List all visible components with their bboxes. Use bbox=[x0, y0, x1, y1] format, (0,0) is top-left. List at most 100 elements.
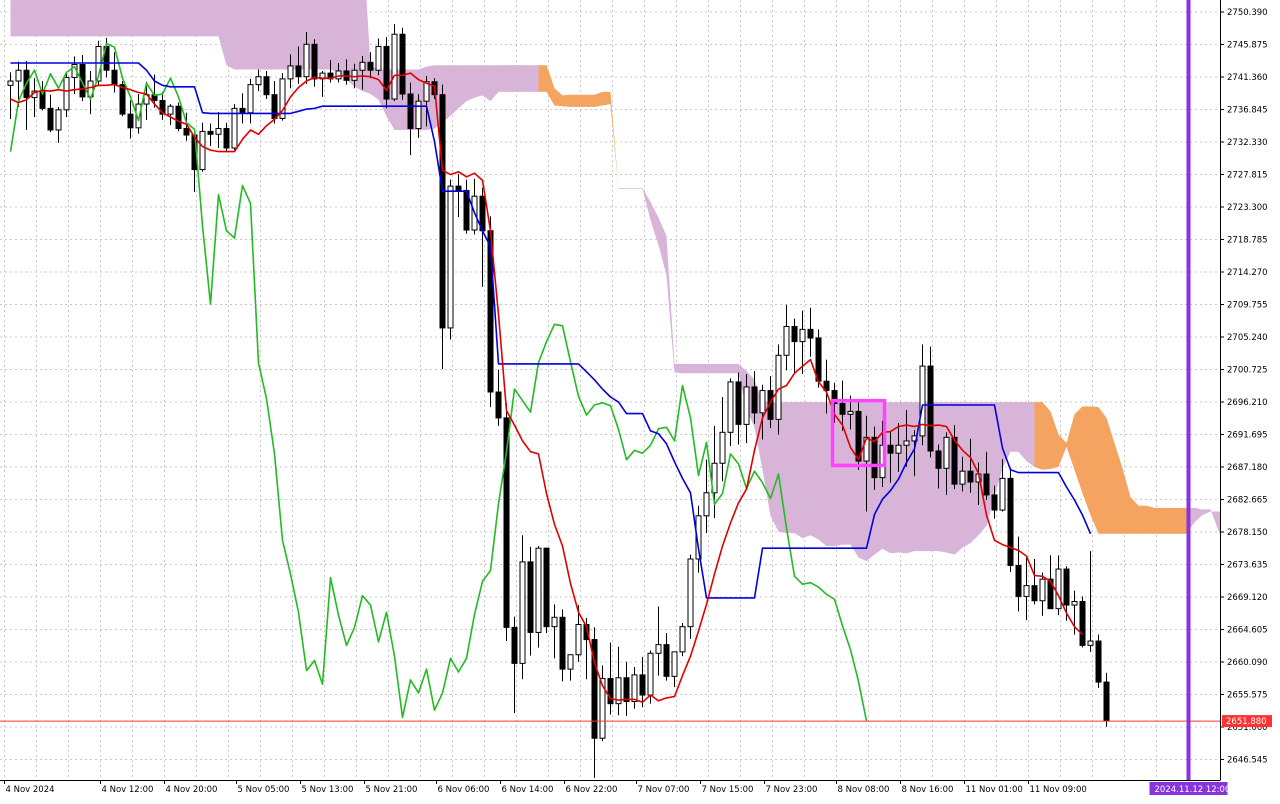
cloud-segment bbox=[226, 0, 235, 70]
candle-body-up bbox=[1071, 600, 1078, 606]
cloud-segment bbox=[722, 363, 731, 374]
candle-body-up bbox=[359, 61, 366, 71]
candle-body-down bbox=[407, 93, 414, 130]
cloud-segment bbox=[618, 188, 627, 190]
time-tick-label: 8 Nov 16:00 bbox=[902, 785, 954, 795]
price-tick-label: 2709.755 bbox=[1227, 301, 1268, 311]
candle-body-up bbox=[943, 436, 950, 469]
cloud-segment bbox=[114, 0, 123, 37]
candle-body-up bbox=[631, 674, 638, 703]
candle-body-down bbox=[983, 473, 990, 496]
cloud-segment bbox=[530, 65, 539, 92]
candle-body-down bbox=[991, 494, 998, 511]
candle-body-down bbox=[295, 65, 302, 78]
cloud-segment bbox=[1090, 406, 1099, 534]
cloud-segment bbox=[290, 0, 299, 70]
cloud-segment bbox=[570, 94, 579, 107]
candle-body-up bbox=[959, 470, 966, 485]
cloud-segment bbox=[130, 0, 139, 37]
cloud-segment bbox=[338, 0, 347, 80]
price-tick-label: 2750.390 bbox=[1227, 8, 1268, 18]
price-tick-label: 2669.120 bbox=[1227, 593, 1268, 603]
cloud-segment bbox=[1146, 505, 1155, 534]
candle-body-up bbox=[847, 410, 854, 415]
cloud-segment bbox=[786, 402, 795, 534]
candle-body-up bbox=[903, 440, 910, 446]
cloud-segment bbox=[322, 0, 331, 70]
cloud-segment bbox=[818, 402, 827, 547]
candle bbox=[1079, 596, 1086, 648]
candle-body-up bbox=[575, 623, 582, 656]
candle-body-down bbox=[607, 677, 614, 705]
price-tick-label: 2705.240 bbox=[1227, 333, 1268, 343]
candle-body-up bbox=[391, 33, 398, 100]
candle-body-down bbox=[1015, 564, 1022, 597]
candle-body-down bbox=[751, 386, 758, 414]
candle-body-down bbox=[223, 128, 230, 149]
candle-body-up bbox=[1087, 640, 1094, 646]
cloud-segment bbox=[698, 363, 707, 374]
candle-body-down bbox=[935, 450, 942, 469]
price-tick-label: 2682.665 bbox=[1227, 496, 1268, 506]
candle-body-up bbox=[703, 492, 710, 517]
candle bbox=[1007, 469, 1014, 572]
candle-body-up bbox=[1055, 568, 1062, 610]
cloud-segment bbox=[194, 0, 203, 37]
cloud-segment bbox=[1162, 507, 1171, 534]
cloud-segment bbox=[802, 402, 811, 539]
cloud-segment bbox=[586, 94, 595, 107]
candle-body-down bbox=[1079, 600, 1086, 646]
candle-body-down bbox=[887, 444, 894, 454]
price-tick-label: 2660.090 bbox=[1227, 658, 1268, 668]
price-tick-label: 2714.270 bbox=[1227, 268, 1268, 278]
candle-body-down bbox=[175, 105, 182, 130]
cloud-segment bbox=[58, 0, 67, 37]
cloud-segment bbox=[522, 65, 531, 92]
current-price-label: 2651.880 bbox=[1226, 717, 1267, 727]
cloud-segment bbox=[138, 0, 147, 37]
candle bbox=[175, 102, 182, 132]
cloud-segment bbox=[538, 65, 547, 92]
candle-body-up bbox=[519, 561, 526, 664]
chart-canvas[interactable]: 2750.390 2745.875 2741.360 2736.845 2732.330… bbox=[0, 0, 1280, 800]
candle-body-down bbox=[271, 94, 278, 119]
candle-body-up bbox=[1023, 585, 1030, 597]
candle-body-up bbox=[287, 65, 294, 80]
cloud-segment bbox=[1026, 402, 1035, 467]
time-tick-label: 7 Nov 07:00 bbox=[638, 785, 690, 795]
price-tick-label: 2700.725 bbox=[1227, 366, 1268, 376]
time-tick-label: 11 Nov 09:00 bbox=[1030, 785, 1087, 795]
cloud-segment bbox=[706, 363, 715, 374]
cloud-segment bbox=[1042, 402, 1051, 470]
cloud-segment bbox=[10, 0, 19, 37]
time-tick-label: 5 Nov 05:00 bbox=[238, 785, 290, 795]
time-tick-label: 6 Nov 06:00 bbox=[438, 785, 490, 795]
candle-body-down bbox=[439, 94, 446, 329]
cloud-segment bbox=[34, 0, 43, 37]
time-tick-label: 7 Nov 15:00 bbox=[702, 785, 754, 795]
price-tick-label: 2696.210 bbox=[1227, 398, 1268, 408]
candle-body-up bbox=[335, 70, 342, 80]
candle-body-up bbox=[255, 76, 262, 86]
candle-body-down bbox=[527, 561, 534, 633]
candle-body-up bbox=[447, 185, 454, 329]
price-tick-label: 2664.605 bbox=[1227, 626, 1268, 636]
candle-body-up bbox=[999, 477, 1006, 511]
candle-body-down bbox=[311, 43, 318, 80]
cloud-segment bbox=[258, 0, 267, 70]
time-tick-label: 4 Nov 20:00 bbox=[166, 785, 218, 795]
cloud-segment bbox=[474, 65, 483, 98]
cloud-segment bbox=[1178, 507, 1187, 534]
cloud-segment bbox=[978, 402, 987, 536]
candle-body-up bbox=[215, 128, 222, 135]
candle-body-down bbox=[735, 381, 742, 425]
time-tick-label: 8 Nov 08:00 bbox=[838, 785, 890, 795]
candle-body-down bbox=[927, 365, 934, 452]
candle-body-down bbox=[1095, 640, 1102, 683]
candle-body-down bbox=[951, 436, 958, 485]
cloud-segment bbox=[146, 0, 155, 37]
price-tick-label: 2723.300 bbox=[1227, 203, 1268, 213]
cloud-segment bbox=[458, 65, 467, 109]
cloud-segment bbox=[186, 0, 195, 37]
candle-body-up bbox=[15, 69, 22, 82]
